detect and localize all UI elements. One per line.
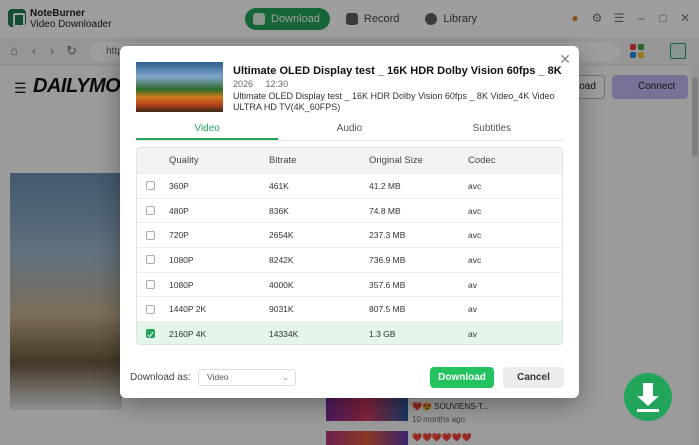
cell-size: 41.2 MB — [369, 180, 401, 191]
checkbox-cell — [137, 304, 169, 314]
cell-bitrate: 2654K — [269, 230, 294, 241]
cell-quality: 480P — [169, 205, 189, 216]
row-checkbox[interactable] — [146, 255, 155, 265]
media-tabs: Video Audio Subtitles — [136, 121, 563, 141]
tab-audio[interactable]: Audio — [278, 121, 420, 140]
cell-bitrate: 14334K — [269, 328, 299, 339]
cell-codec: av — [468, 328, 477, 339]
row-checkbox[interactable] — [146, 329, 155, 339]
download-as-label: Download as: — [130, 372, 191, 383]
chevron-down-icon: ⌄ — [282, 373, 289, 382]
cell-size: 1.3 GB — [369, 328, 396, 339]
cell-codec: avc — [468, 205, 482, 216]
cell-bitrate: 836K — [269, 205, 289, 216]
video-description: Ultimate OLED Display test _ 16K HDR Dol… — [233, 91, 555, 112]
cancel-button[interactable]: Cancel — [503, 367, 564, 388]
cell-quality: 1080P — [169, 254, 194, 265]
cell-codec: avc — [468, 230, 482, 241]
cell-codec: avc — [468, 180, 482, 191]
cell-bitrate: 4000K — [269, 279, 294, 290]
column-codec: Codec — [468, 155, 496, 166]
cell-bitrate: 461K — [269, 180, 289, 191]
close-icon[interactable]: ✕ — [559, 52, 571, 66]
cell-quality: 1440P 2K — [169, 304, 207, 315]
checkbox-cell — [137, 255, 169, 265]
download-as-value: Video — [207, 372, 229, 382]
cell-quality: 720P — [169, 230, 189, 241]
floating-download-button[interactable] — [624, 373, 672, 421]
table-row[interactable]: 1080P 4000K 357.6 MB av — [137, 271, 562, 297]
download-button[interactable]: Download — [430, 367, 494, 388]
row-checkbox[interactable] — [146, 280, 155, 290]
cell-size: 736.9 MB — [369, 254, 406, 265]
checkbox-cell — [137, 181, 169, 191]
cell-quality: 2160P 4K — [169, 328, 207, 339]
table-header: Quality Bitrate Original Size Codec — [137, 148, 562, 173]
cell-codec: av — [468, 304, 477, 315]
cell-size: 74.8 MB — [369, 205, 401, 216]
cell-size: 357.6 MB — [369, 279, 406, 290]
row-checkbox[interactable] — [146, 181, 155, 191]
cell-codec: avc — [468, 254, 482, 265]
column-bitrate: Bitrate — [269, 155, 297, 166]
cell-bitrate: 9031K — [269, 304, 294, 315]
tab-video[interactable]: Video — [136, 121, 279, 140]
table-row[interactable]: 360P 461K 41.2 MB avc — [137, 173, 562, 198]
checkbox-cell — [137, 280, 169, 290]
column-original-size: Original Size — [369, 155, 423, 166]
video-duration: 12:30 — [265, 79, 289, 89]
checkbox-cell — [137, 329, 169, 339]
video-title: Ultimate OLED Display test _ 16K HDR Dol… — [233, 65, 563, 77]
cell-size: 807.5 MB — [369, 304, 406, 315]
row-checkbox[interactable] — [146, 206, 155, 216]
cell-quality: 1080P — [169, 279, 194, 290]
video-year: 2026 — [233, 79, 254, 89]
video-meta: 2026 12:30 — [233, 79, 298, 89]
cell-size: 237.3 MB — [369, 230, 406, 241]
checkbox-cell — [137, 206, 169, 216]
row-checkbox[interactable] — [146, 304, 155, 314]
tab-subtitles[interactable]: Subtitles — [421, 121, 563, 140]
table-row[interactable]: 1080P 8242K 736.9 MB avc — [137, 247, 562, 272]
video-preview-thumbnail — [136, 62, 223, 112]
table-row[interactable]: 480P 836K 74.8 MB avc — [137, 197, 562, 223]
row-checkbox[interactable] — [146, 230, 155, 240]
checkbox-cell — [137, 230, 169, 240]
cell-bitrate: 8242K — [269, 254, 294, 265]
quality-table: Quality Bitrate Original Size Codec 360P… — [136, 147, 563, 345]
table-row[interactable]: 1440P 2K 9031K 807.5 MB av — [137, 296, 562, 321]
download-options-dialog: ✕ Ultimate OLED Display test _ 16K HDR D… — [120, 46, 579, 398]
download-as-select[interactable]: Video ⌄ — [198, 369, 296, 386]
table-row[interactable]: 2160P 4K 14334K 1.3 GB av — [137, 321, 562, 344]
column-quality: Quality — [169, 155, 199, 166]
cell-quality: 360P — [169, 180, 189, 191]
cell-codec: av — [468, 279, 477, 290]
table-row[interactable]: 720P 2654K 237.3 MB avc — [137, 222, 562, 247]
